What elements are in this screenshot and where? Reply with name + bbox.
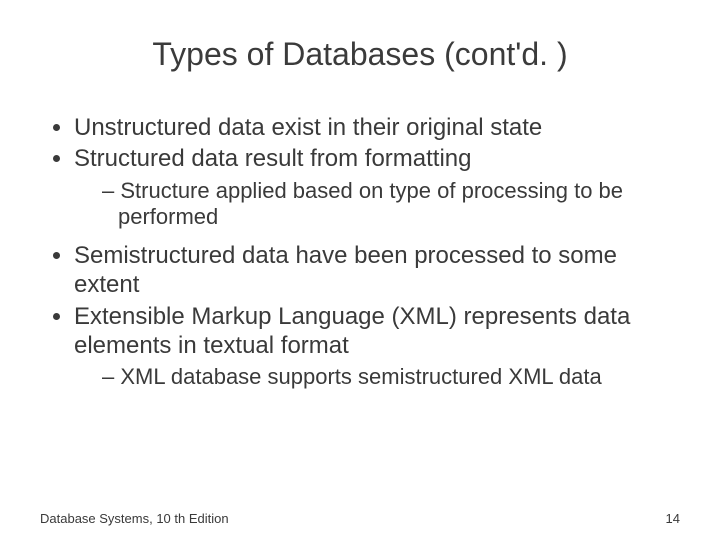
page-number: 14 bbox=[666, 511, 680, 526]
bullet-text: Structured data result from formatting bbox=[74, 145, 472, 172]
slide-title: Types of Databases (cont'd. ) bbox=[40, 36, 680, 73]
sub-bullet-item: Structure applied based on type of proce… bbox=[102, 178, 680, 232]
slide-footer: Database Systems, 10 th Edition 14 bbox=[40, 511, 680, 526]
sub-bullet-list: XML database supports semistructured XML… bbox=[74, 364, 680, 391]
bullet-item: Extensible Markup Language (XML) represe… bbox=[74, 302, 680, 391]
footer-source: Database Systems, 10 th Edition bbox=[40, 511, 229, 526]
slide: Types of Databases (cont'd. ) Unstructur… bbox=[0, 0, 720, 540]
bullet-text: Extensible Markup Language (XML) represe… bbox=[74, 303, 630, 359]
bullet-item: Unstructured data exist in their origina… bbox=[74, 113, 680, 142]
bullet-item: Structured data result from formatting S… bbox=[74, 144, 680, 231]
bullet-item: Semistructured data have been processed … bbox=[74, 241, 680, 300]
sub-bullet-item: XML database supports semistructured XML… bbox=[102, 364, 680, 391]
sub-bullet-list: Structure applied based on type of proce… bbox=[74, 178, 680, 232]
bullet-list: Unstructured data exist in their origina… bbox=[40, 113, 680, 391]
